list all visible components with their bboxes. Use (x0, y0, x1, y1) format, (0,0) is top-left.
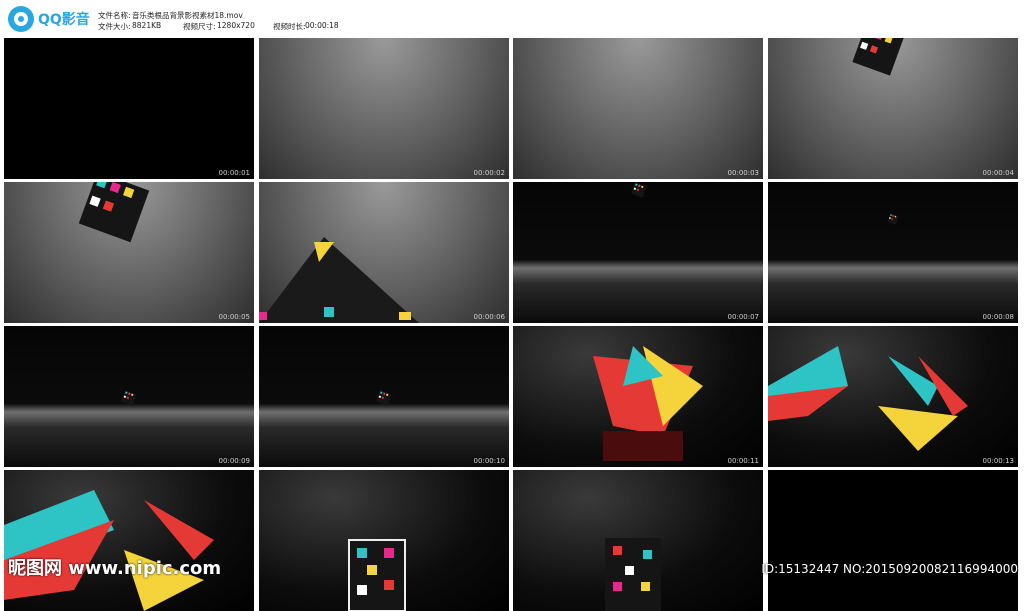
dimensions-label: 视频尺寸: (183, 22, 216, 31)
thumbnail-timestamp: 00:00:03 (727, 169, 759, 177)
qq-player-logo-icon (8, 6, 34, 32)
video-thumbnail[interactable]: 00:00:06 (259, 182, 509, 323)
thumbnail-timestamp: 00:00:08 (982, 313, 1014, 321)
thumbnail-artwork (768, 470, 1018, 611)
thumbnail-artwork (768, 346, 968, 451)
video-thumbnail[interactable]: 00:00:05 (4, 182, 254, 323)
thumbnail-timestamp: 00:00:06 (473, 313, 505, 321)
video-thumbnail[interactable] (768, 470, 1018, 611)
thumbnail-artwork (593, 346, 703, 461)
thumbnail-artwork (852, 38, 904, 76)
watermark-left: 昵图网 www.nipic.com (8, 558, 222, 579)
thumbnail-artwork (121, 390, 137, 406)
thumbnail-grid: 00:00:01 00:00:02 00:00:03 00:00:04 00:00:05… (4, 38, 1020, 611)
dimensions-value: 1280x720 (217, 21, 255, 30)
file-size-value: 8821KB (132, 21, 162, 30)
thumbnail-artwork (631, 182, 647, 198)
video-thumbnail[interactable]: 00:00:07 (513, 182, 763, 323)
video-thumbnail[interactable]: 00:00:03 (513, 38, 763, 179)
file-size-label: 文件大小: (98, 22, 131, 31)
video-thumbnail[interactable]: 00:00:02 (259, 38, 509, 179)
file-name-value: 音乐类根品背景影视素材18.mov (132, 11, 243, 20)
video-thumbnail[interactable]: 00:00:04 (768, 38, 1018, 179)
video-thumbnail[interactable] (4, 470, 254, 611)
thumbnail-artwork (259, 38, 509, 179)
video-thumbnail[interactable]: 00:00:01 (4, 38, 254, 179)
watermark-right: ID:15132447 NO:20150920082116994000 (761, 562, 1018, 576)
video-thumbnail[interactable]: 00:00:09 (4, 326, 254, 467)
thumbnail-timestamp: 00:00:02 (473, 169, 505, 177)
thumbnail-timestamp: 00:00:10 (473, 457, 505, 465)
thumbnail-timestamp: 00:00:11 (727, 457, 759, 465)
thumbnail-artwork (348, 539, 406, 611)
thumbnail-artwork (78, 182, 150, 243)
thumbnail-artwork (4, 38, 254, 179)
video-thumbnail[interactable] (259, 470, 509, 611)
thumbnail-timestamp: 00:00:07 (727, 313, 759, 321)
duration-value: 00:00:18 (305, 21, 339, 30)
thumbnail-artwork (887, 213, 899, 225)
thumbnail-artwork (259, 237, 419, 323)
duration-label: 视频时长: (273, 22, 306, 31)
video-thumbnail[interactable]: 00:00:10 (259, 326, 509, 467)
video-thumbnail[interactable]: 00:00:08 (768, 182, 1018, 323)
video-thumbnail[interactable]: 00:00:13 (768, 326, 1018, 467)
thumbnail-timestamp: 00:00:04 (982, 169, 1014, 177)
file-name-label: 文件名称: (98, 11, 131, 20)
thumbnail-artwork (376, 390, 392, 406)
thumbnail-artwork (4, 490, 214, 611)
video-thumbnail[interactable]: 00:00:11 (513, 326, 763, 467)
thumbnail-timestamp: 00:00:01 (218, 169, 250, 177)
video-thumbnail[interactable] (513, 470, 763, 611)
header: QQ影音 文件名称: 音乐类根品背景影视素材18.mov 文件大小: 8821K… (0, 0, 1024, 36)
thumbnail-artwork (605, 538, 661, 611)
thumbnail-timestamp: 00:00:09 (218, 457, 250, 465)
app-name: QQ影音 (38, 12, 90, 28)
thumbnail-timestamp: 00:00:13 (982, 457, 1014, 465)
thumbnail-timestamp: 00:00:05 (218, 313, 250, 321)
thumbnail-artwork (513, 38, 763, 179)
